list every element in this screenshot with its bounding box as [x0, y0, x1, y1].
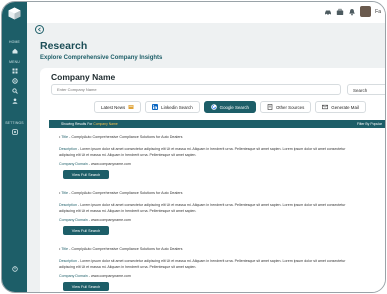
results-header: Showing Results For Company Name Filter …	[49, 120, 385, 128]
list-item: • Title - ComplyAuto Comprehensive Compl…	[49, 186, 379, 242]
mail-icon	[322, 104, 329, 110]
view-full-search-button[interactable]: View Full Search	[63, 226, 109, 235]
result-domain: Company Domain - www.companyname.com	[59, 218, 131, 222]
research-card: Company Name Search Latest News Linkedin…	[40, 68, 385, 292]
description-label: Description	[59, 259, 77, 263]
view-full-search-button[interactable]: View Full Search	[63, 282, 109, 291]
search-button[interactable]: Search	[347, 84, 385, 95]
description-text: Lorem ipsum dolor sit amet consectetur a…	[59, 147, 346, 157]
domain-label: Company Domain	[59, 218, 88, 222]
settings-label: Settings	[5, 121, 24, 125]
tab-label: Other Sources	[275, 104, 305, 110]
title-label: Title	[61, 135, 69, 139]
description-label: Description	[59, 203, 77, 207]
list-item: • Title - ComplyAuto Comprehensive Compl…	[49, 242, 379, 292]
domain-label: Company Domain	[59, 162, 88, 166]
home-icon	[12, 48, 18, 54]
tab-linkedin-search[interactable]: Linkedin Search	[145, 101, 200, 113]
title-text: ComplyAuto Comprehensive Compliance Solu…	[71, 135, 183, 139]
grid-icon	[12, 68, 18, 74]
result-description: Description - Lorem ipsum dolor sit amet…	[59, 147, 346, 157]
result-description: Description - Lorem ipsum dolor sit amet…	[59, 259, 346, 269]
title-text: ComplyAuto Comprehensive Compliance Solu…	[71, 247, 183, 251]
result-title: • Title - ComplyAuto Comprehensive Compl…	[59, 135, 183, 139]
sidebar-item-grid[interactable]	[2, 68, 27, 74]
back-button[interactable]	[35, 25, 44, 34]
result-description: Description - Lorem ipsum dolor sit amet…	[59, 203, 346, 213]
sidebar-item-settings[interactable]	[2, 129, 27, 135]
topbar-actions: Fa	[324, 6, 381, 17]
title-label: Title	[61, 191, 69, 195]
description-text: Lorem ipsum dolor sit amet consectetur a…	[59, 203, 346, 213]
sidebar-item-home[interactable]: Home	[2, 40, 27, 44]
sidebar-settings-section: Settings	[2, 121, 27, 125]
tab-label: Linkedin Search	[161, 104, 193, 110]
settings-icon	[11, 129, 18, 135]
page-subtitle: Explore Comprehensive Company Insights	[40, 55, 163, 61]
arrow-left-icon	[37, 27, 41, 32]
results-list: • Title - ComplyAuto Comprehensive Compl…	[49, 130, 379, 292]
domain-label: Company Domain	[59, 274, 88, 278]
tab-label: Generate Mail	[331, 104, 359, 110]
results-caption: Showing Results For Company Name	[61, 122, 118, 126]
tab-generate-mail[interactable]: Generate Mail	[315, 101, 366, 113]
gear-icon	[11, 78, 18, 84]
sidebar: Home Menu	[2, 2, 27, 292]
view-full-search-button[interactable]: View Full Search	[63, 170, 109, 179]
avatar[interactable]	[360, 6, 372, 17]
result-title: • Title - ComplyAuto Comprehensive Compl…	[59, 247, 183, 251]
page-title: Research	[40, 40, 88, 52]
user-icon	[12, 98, 18, 104]
sidebar-item-user[interactable]	[2, 98, 27, 104]
domain-link[interactable]: www.companyname.com	[91, 274, 131, 278]
card-title: Company Name	[51, 72, 116, 82]
results-company: Company Name	[93, 122, 118, 126]
top-bar: Fa	[27, 2, 385, 23]
user-name[interactable]: Fa	[375, 9, 381, 15]
sidebar-item-search[interactable]	[2, 88, 27, 94]
sidebar-item-label: Home	[9, 40, 20, 44]
title-label: Title	[61, 247, 69, 251]
bell-icon[interactable]	[348, 8, 356, 16]
sidebar-item-gear[interactable]	[2, 78, 27, 84]
app-frame: Home Menu	[1, 1, 386, 293]
power-icon	[11, 266, 18, 272]
domain-link[interactable]: www.companyname.com	[91, 162, 131, 166]
google-icon	[210, 104, 217, 110]
sidebar-item-menu[interactable]: Menu	[2, 60, 27, 64]
domain-link[interactable]: www.companyname.com	[91, 218, 131, 222]
car-icon[interactable]	[324, 8, 332, 16]
tab-google-search[interactable]: Google Search	[203, 101, 256, 113]
tab-other-sources[interactable]: Other Sources	[259, 101, 312, 113]
logo-icon	[8, 7, 21, 20]
sidebar-item-label: Menu	[9, 60, 20, 64]
description-text: Lorem ipsum dolor sit amet consectetur a…	[59, 259, 346, 269]
linkedin-icon	[152, 104, 159, 110]
tab-label: Latest News	[101, 104, 126, 110]
description-label: Description	[59, 147, 77, 151]
tab-latest-news[interactable]: Latest News	[94, 101, 142, 113]
company-search-input[interactable]	[51, 84, 341, 95]
result-domain: Company Domain - www.companyname.com	[59, 162, 131, 166]
sidebar-item-help[interactable]	[2, 266, 27, 272]
news-icon	[128, 104, 134, 110]
title-text: ComplyAuto Comprehensive Compliance Solu…	[71, 191, 183, 195]
tab-label: Google Search	[219, 104, 249, 110]
briefcase-icon[interactable]	[336, 8, 344, 16]
result-title: • Title - ComplyAuto Comprehensive Compl…	[59, 191, 183, 195]
list-item: • Title - ComplyAuto Comprehensive Compl…	[49, 130, 379, 186]
page-icon	[267, 104, 273, 110]
filter-dropdown[interactable]: Filter By Popular	[357, 122, 382, 126]
results-prefix: Showing Results For	[61, 122, 93, 126]
search-icon	[11, 88, 18, 94]
result-domain: Company Domain - www.companyname.com	[59, 274, 131, 278]
sidebar-item-home-icon[interactable]	[2, 48, 27, 54]
source-tabs: Latest News Linkedin Search Google Searc…	[94, 101, 366, 113]
